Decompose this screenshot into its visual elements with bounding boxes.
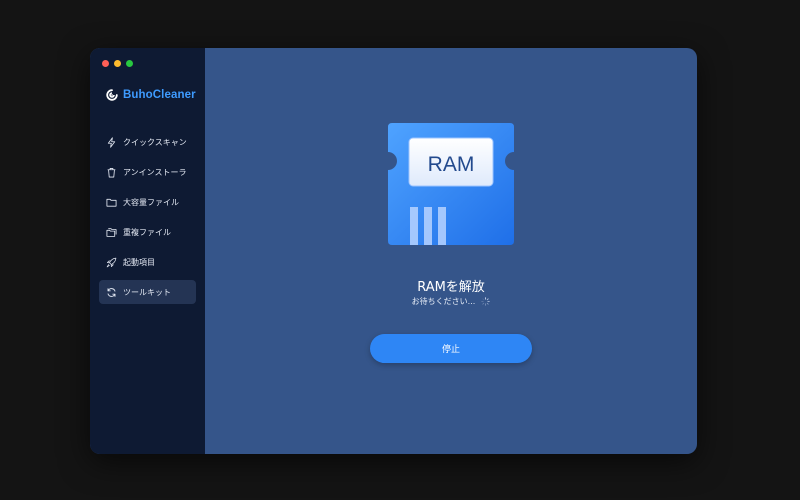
lightning-icon (105, 136, 117, 148)
app-logo-icon (106, 89, 118, 101)
sidebar-item-startup-items[interactable]: 起動項目 (99, 250, 196, 274)
sidebar-item-duplicate-files[interactable]: 重複ファイル (99, 220, 196, 244)
folder-icon (105, 196, 117, 208)
main-panel: RAM RAMを解放 お待ちください... 停止 (205, 48, 697, 454)
sidebar-item-label: 重複ファイル (123, 227, 171, 237)
minimize-window-button[interactable] (114, 60, 121, 67)
sidebar-item-label: ツールキット (123, 287, 171, 297)
ram-chip-icon: RAM (388, 123, 514, 245)
sidebar: BuhoCleaner クイックスキャン アンインストーラ 大容量ファイル 重複… (90, 48, 205, 454)
sidebar-item-toolkit[interactable]: ツールキット (99, 280, 196, 304)
sidebar-item-uninstaller[interactable]: アンインストーラ (99, 160, 196, 184)
zoom-window-button[interactable] (126, 60, 133, 67)
rocket-icon (105, 256, 117, 268)
trash-icon (105, 166, 117, 178)
ram-chip-label: RAM (428, 153, 475, 176)
sidebar-nav: クイックスキャン アンインストーラ 大容量ファイル 重複ファイル 起動項目 ツー… (99, 130, 196, 310)
sidebar-item-large-files[interactable]: 大容量ファイル (99, 190, 196, 214)
window-controls (102, 60, 133, 67)
app-brand: BuhoCleaner (106, 89, 196, 101)
status-text: お待ちください... (411, 297, 476, 306)
stop-button[interactable]: 停止 (370, 334, 532, 363)
sidebar-item-label: アンインストーラ (123, 167, 187, 177)
app-name: BuhoCleaner (123, 89, 196, 101)
loading-spinner-icon (481, 297, 491, 306)
sidebar-item-quick-scan[interactable]: クイックスキャン (99, 130, 196, 154)
app-window: BuhoCleaner クイックスキャン アンインストーラ 大容量ファイル 重複… (90, 48, 697, 454)
page-title: RAMを解放 (417, 280, 485, 295)
refresh-icon (105, 286, 117, 298)
sidebar-item-label: 起動項目 (123, 257, 155, 267)
status-line: お待ちください... (205, 296, 697, 307)
sidebar-item-label: クイックスキャン (123, 137, 187, 147)
close-window-button[interactable] (102, 60, 109, 67)
folders-icon (105, 226, 117, 238)
sidebar-item-label: 大容量ファイル (123, 197, 179, 207)
